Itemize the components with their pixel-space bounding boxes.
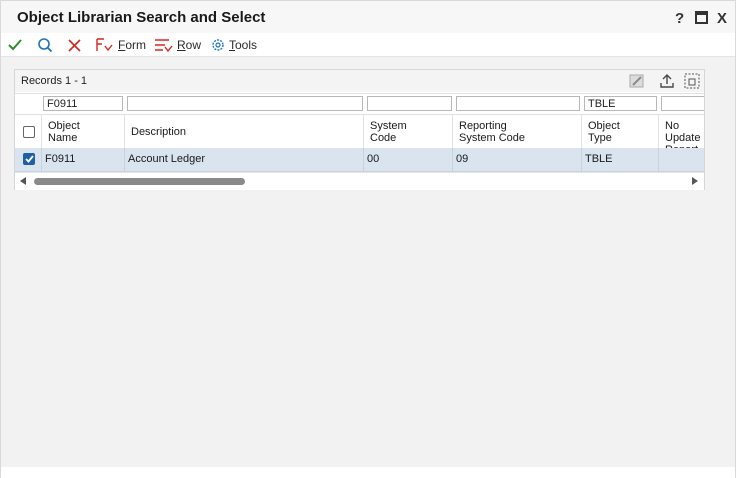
close-x-icon bbox=[68, 38, 81, 52]
scroll-right-icon[interactable] bbox=[692, 177, 698, 185]
cancel-button[interactable] bbox=[67, 36, 82, 54]
filter-object-name[interactable]: F0911 bbox=[43, 96, 123, 111]
col-system-code[interactable]: System Code bbox=[363, 115, 452, 149]
horizontal-scrollbar[interactable] bbox=[15, 172, 704, 190]
cell-description: Account Ledger bbox=[124, 148, 363, 171]
tools-menu-label: Tools bbox=[229, 38, 258, 52]
window-title: Object Librarian Search and Select bbox=[17, 9, 266, 26]
form-menu[interactable]: Form bbox=[95, 36, 146, 54]
maximize-icon bbox=[695, 11, 708, 24]
cell-no-update-report bbox=[658, 148, 704, 171]
toolbar: Form Row Tools bbox=[1, 33, 735, 57]
row-checkbox[interactable] bbox=[23, 153, 35, 165]
cell-object-type: TBLE bbox=[581, 148, 658, 171]
filter-object-type[interactable]: TBLE bbox=[584, 96, 657, 111]
row-menu-icon bbox=[155, 39, 173, 53]
title-bar: Object Librarian Search and Select ? X bbox=[1, 1, 735, 34]
scroll-left-icon[interactable] bbox=[20, 177, 26, 185]
table-row[interactable]: F0911 Account Ledger 00 09 TBLE bbox=[15, 148, 704, 172]
filter-description[interactable] bbox=[127, 96, 363, 111]
row-menu-label: Row bbox=[177, 38, 202, 52]
tools-gear-icon bbox=[212, 39, 224, 51]
col-object-type[interactable]: Object Type bbox=[581, 115, 658, 149]
tools-menu[interactable]: Tools bbox=[210, 36, 257, 54]
scrollbar-thumb[interactable] bbox=[34, 178, 245, 185]
cell-object-name[interactable]: F0911 bbox=[41, 148, 124, 171]
col-no-update-report[interactable]: No Update Report bbox=[658, 115, 704, 149]
find-button[interactable] bbox=[37, 36, 53, 54]
grid-layout-icon bbox=[684, 73, 700, 89]
check-icon bbox=[8, 39, 22, 51]
edit-icon bbox=[629, 74, 644, 88]
row-menu[interactable]: Row bbox=[154, 36, 201, 54]
grid-layout-button[interactable] bbox=[684, 73, 700, 92]
footer-strip bbox=[1, 467, 735, 478]
form-menu-icon bbox=[96, 38, 113, 52]
search-icon bbox=[38, 38, 53, 53]
records-count: Records 1 - 1 bbox=[21, 75, 88, 87]
select-all-checkbox[interactable] bbox=[23, 126, 35, 138]
col-reporting-system-code[interactable]: Reporting System Code bbox=[452, 115, 581, 149]
edit-grid-button[interactable] bbox=[629, 73, 645, 92]
qbe-filter-row: F0911 TBLE bbox=[15, 93, 704, 115]
dialog-window: Object Librarian Search and Select ? X F… bbox=[0, 0, 736, 478]
grid-header-bar: Records 1 - 1 bbox=[15, 70, 704, 92]
export-icon bbox=[660, 74, 674, 88]
results-grid: Records 1 - 1 F0911 TBLE Object Name Des… bbox=[14, 69, 705, 190]
column-header-row: Object Name Description System Code Repo… bbox=[15, 114, 704, 150]
form-menu-label: Form bbox=[118, 38, 147, 52]
col-object-name[interactable]: Object Name bbox=[41, 115, 124, 149]
col-description[interactable]: Description bbox=[124, 115, 363, 149]
cell-reporting-system-code: 09 bbox=[452, 148, 581, 171]
checkmark-icon bbox=[25, 155, 34, 163]
filter-system-code[interactable] bbox=[367, 96, 452, 111]
filter-reporting-system-code[interactable] bbox=[456, 96, 580, 111]
form-body: Records 1 - 1 F0911 TBLE Object Name Des… bbox=[1, 57, 735, 467]
maximize-button[interactable] bbox=[695, 11, 708, 28]
help-button[interactable]: ? bbox=[675, 10, 684, 27]
cell-system-code: 00 bbox=[363, 148, 452, 171]
export-button[interactable] bbox=[659, 73, 675, 92]
close-window-button[interactable]: X bbox=[717, 10, 727, 27]
filter-no-update-report[interactable] bbox=[661, 96, 704, 111]
select-button[interactable] bbox=[7, 36, 23, 54]
